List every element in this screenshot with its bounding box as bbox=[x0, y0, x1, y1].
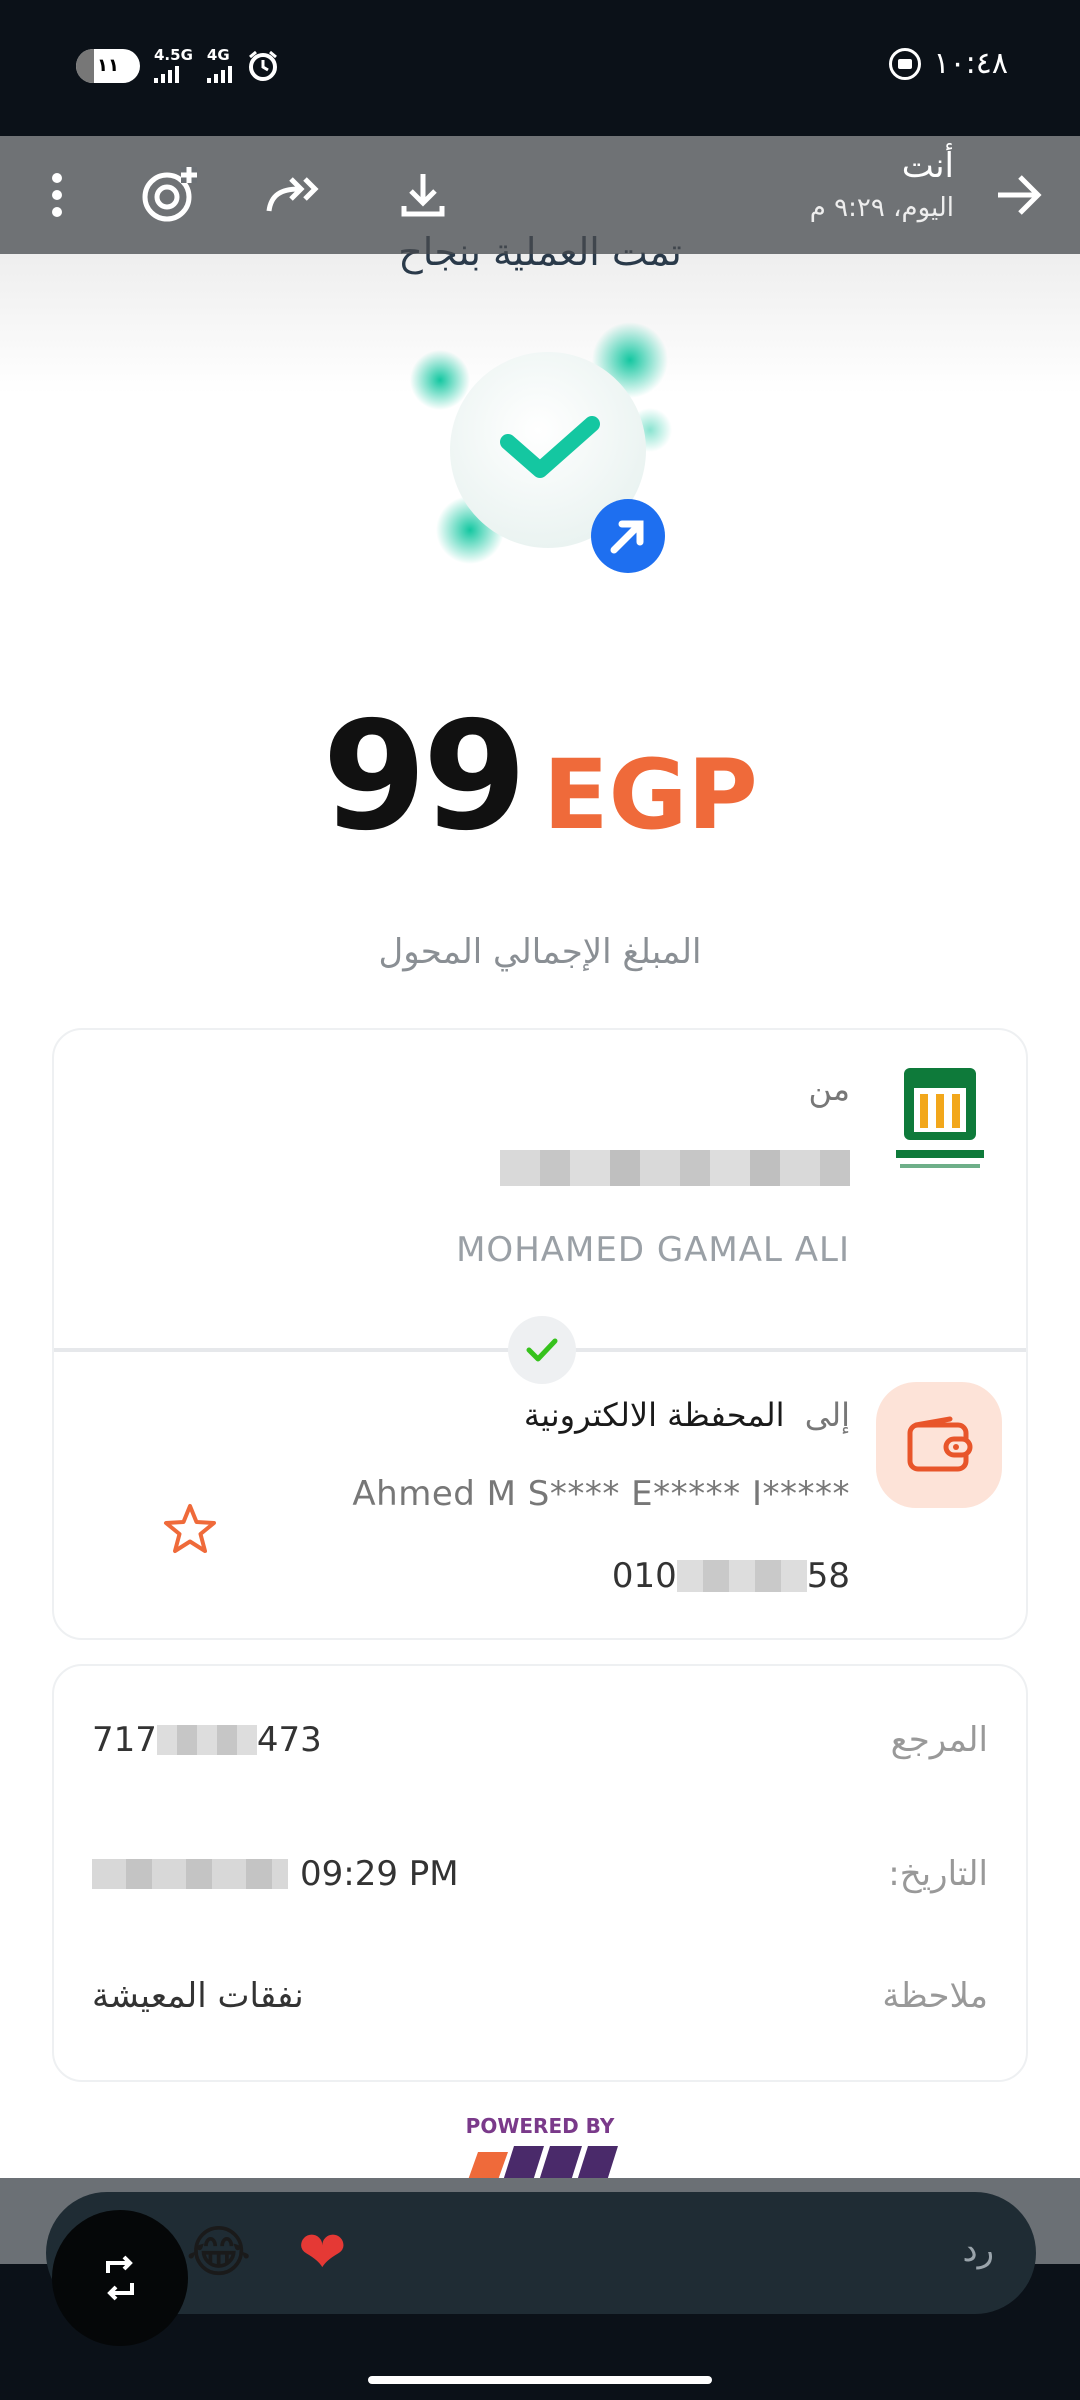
date-time: 09:29 PM bbox=[300, 1854, 459, 1894]
ref-redacted bbox=[156, 1725, 257, 1755]
amount-value: 99 bbox=[322, 690, 527, 864]
back-arrow-icon[interactable] bbox=[984, 160, 1054, 230]
to-label: إلى bbox=[804, 1396, 850, 1434]
transfer-parties-card: من MOHAMED GAMAL ALI إلى المحفظة الالكتر… bbox=[52, 1028, 1028, 1640]
signal-label: 4G bbox=[206, 46, 230, 64]
sender-name: أنت bbox=[901, 146, 954, 186]
bank-logo-icon bbox=[896, 1068, 984, 1168]
reference-row: 717 473 المرجع bbox=[92, 1710, 988, 1770]
note-row: نفقات المعيشة ملاحظة bbox=[92, 1966, 988, 2026]
amount-currency: EGP bbox=[543, 739, 758, 851]
viewer-toolbar: أنت اليوم، ٩:٢٩ م bbox=[0, 136, 1080, 254]
from-account-redacted bbox=[500, 1150, 850, 1186]
amount-label: المبلغ الإجمالي المحول bbox=[378, 932, 702, 972]
more-options-icon[interactable] bbox=[22, 160, 92, 230]
battery-level: ١١ bbox=[97, 55, 119, 76]
status-bar: ١١ 4.5G 4G ١٠:٤٨ bbox=[0, 0, 1080, 136]
phone-prefix: 010 bbox=[611, 1556, 677, 1596]
alarm-icon bbox=[248, 50, 277, 81]
add-to-status-icon[interactable] bbox=[134, 160, 204, 230]
signal-icon: 4G bbox=[206, 46, 232, 83]
emoji-heart-reaction[interactable]: ❤ bbox=[298, 2218, 347, 2286]
status-right: ١٠:٤٨ bbox=[889, 46, 1008, 81]
date-redacted bbox=[92, 1859, 288, 1889]
wallet-icon bbox=[876, 1382, 1002, 1508]
transaction-details-card: 717 473 المرجع 09:29 PM التاريخ: نفقات ا… bbox=[52, 1664, 1028, 2082]
date-value: 09:29 PM bbox=[92, 1854, 459, 1894]
powered-by-label: POWERED BY bbox=[465, 2114, 615, 2138]
date-label: التاريخ: bbox=[888, 1854, 988, 1894]
success-check-icon bbox=[410, 322, 672, 573]
switch-icon[interactable] bbox=[52, 2210, 188, 2346]
to-name: Ahmed M S**** E***** I***** bbox=[352, 1474, 850, 1514]
to-label-row: إلى المحفظة الالكترونية bbox=[524, 1396, 850, 1434]
reply-bar[interactable]: 😂 ❤ رد bbox=[46, 2192, 1036, 2314]
status-left: ١١ 4.5G 4G bbox=[76, 48, 280, 83]
message-timestamp: اليوم، ٩:٢٩ م bbox=[809, 193, 954, 223]
transfer-amount: 99 EGP bbox=[0, 690, 1080, 864]
sender-info: أنت اليوم، ٩:٢٩ م bbox=[810, 144, 954, 228]
home-indicator[interactable] bbox=[368, 2376, 712, 2384]
check-icon bbox=[508, 1316, 576, 1384]
note-value: نفقات المعيشة bbox=[92, 1976, 304, 2016]
to-phone: 010 58 bbox=[612, 1556, 850, 1596]
favorite-star-icon[interactable] bbox=[160, 1500, 220, 1560]
download-icon[interactable] bbox=[388, 160, 458, 230]
notification-icon bbox=[889, 47, 922, 80]
signal-label: 4.5G bbox=[154, 46, 193, 64]
signal-icon: 4.5G bbox=[154, 48, 193, 83]
ref-prefix: 717 bbox=[92, 1720, 157, 1760]
note-label: ملاحظة bbox=[882, 1976, 988, 2016]
forward-icon[interactable] bbox=[258, 160, 328, 230]
phone-redacted bbox=[676, 1560, 807, 1592]
date-row: 09:29 PM التاريخ: bbox=[92, 1844, 988, 1904]
to-destination: المحفظة الالكترونية bbox=[523, 1396, 785, 1434]
reference-label: المرجع bbox=[890, 1720, 988, 1760]
ref-suffix: 473 bbox=[256, 1720, 322, 1760]
emoji-laugh-reaction[interactable]: 😂 bbox=[186, 2220, 251, 2285]
from-label: من bbox=[808, 1070, 851, 1108]
battery-icon: ١١ bbox=[76, 48, 140, 83]
clock: ١٠:٤٨ bbox=[933, 46, 1008, 81]
from-name: MOHAMED GAMAL ALI bbox=[456, 1230, 850, 1270]
phone-suffix: 58 bbox=[806, 1556, 850, 1596]
reference-value: 717 473 bbox=[92, 1720, 322, 1760]
reply-label: رد bbox=[962, 2230, 994, 2270]
